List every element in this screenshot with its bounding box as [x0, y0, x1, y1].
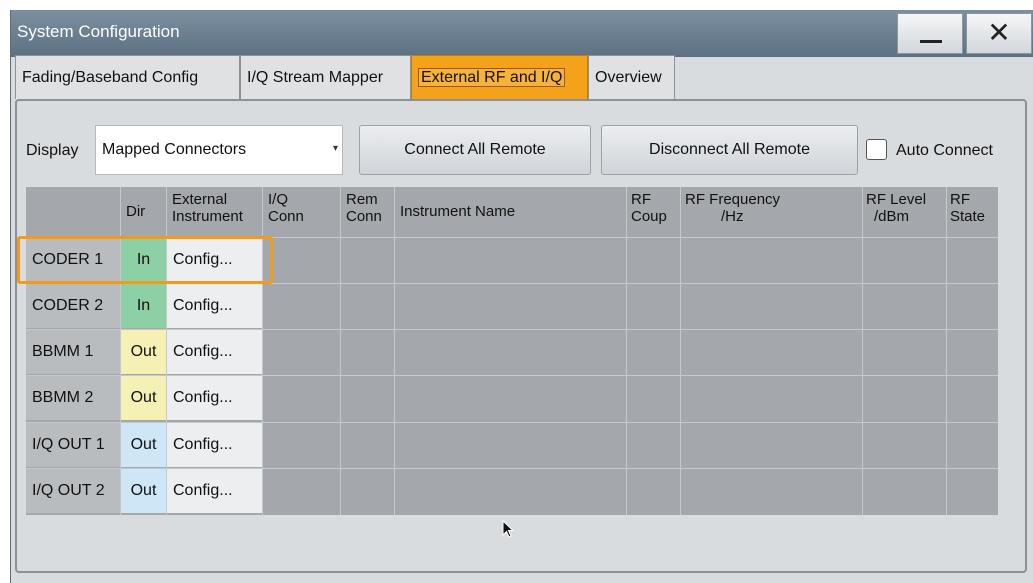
row-name[interactable]: BBMM 1 — [26, 330, 120, 374]
tab-label: I/Q Stream Mapper — [247, 69, 384, 86]
tab-label: Overview — [595, 69, 662, 86]
header-text: Instrument — [172, 208, 243, 225]
window-title: System Configuration — [17, 22, 180, 41]
header-iq-conn: I/Q Conn — [268, 187, 338, 251]
header-text: Rem — [346, 191, 378, 208]
header-text: Conn — [268, 208, 304, 225]
tab-label: External RF and I/Q — [418, 68, 566, 87]
dropdown-arrow-icon: ▾ — [332, 143, 338, 154]
tab-overview[interactable]: Overview — [588, 55, 675, 99]
auto-connect-checkbox[interactable] — [866, 139, 887, 160]
header-text: /Hz — [721, 208, 744, 225]
header-rf-coup: RF Coup — [631, 187, 681, 251]
highlight-frame — [17, 236, 273, 284]
row-name[interactable]: BBMM 2 — [26, 376, 120, 420]
connect-all-remote-button[interactable]: Connect All Remote — [359, 125, 591, 175]
header-rf-level: RF Level/dBm — [866, 187, 946, 251]
row-name[interactable]: CODER 2 — [26, 284, 120, 328]
tab-fading-baseband-config[interactable]: Fading/Baseband Config — [15, 55, 240, 99]
mouse-cursor-icon — [502, 520, 515, 538]
header-text: RF Frequency — [685, 191, 781, 208]
header-rem-conn: Rem Conn — [346, 187, 394, 251]
config-button[interactable]: Config... — [167, 376, 262, 420]
tab-external-rf-and-iq[interactable]: External RF and I/Q — [411, 55, 588, 99]
header-text: Coup — [631, 208, 667, 225]
minimize-icon — [920, 40, 942, 43]
header-text: I/Q — [268, 191, 289, 208]
row-name[interactable]: I/Q OUT 1 — [26, 423, 120, 467]
row-dir: Out — [121, 330, 166, 374]
tab-label: Fading/Baseband Config — [22, 69, 199, 86]
row-name[interactable]: I/Q OUT 2 — [26, 469, 120, 513]
row-dir: Out — [121, 469, 166, 513]
minimize-button[interactable] — [897, 13, 963, 54]
title-bar[interactable]: System Configuration ✕ — [11, 10, 1033, 57]
row-dir: Out — [121, 423, 166, 467]
header-rf-state: RF State — [950, 187, 998, 251]
disconnect-all-remote-button[interactable]: Disconnect All Remote — [601, 125, 858, 175]
config-button[interactable]: Config... — [167, 469, 262, 513]
header-text: State — [950, 208, 986, 225]
close-icon: ✕ — [987, 17, 1011, 48]
header-rf-frequency: RF Frequency/Hz — [685, 187, 855, 251]
header-text: RF — [950, 191, 970, 208]
header-text: Conn — [346, 208, 382, 225]
row-dir: In — [121, 284, 166, 328]
header-text: External — [172, 191, 228, 208]
auto-connect-label: Auto Connect — [896, 142, 993, 159]
header-instrument-name: Instrument Name — [400, 187, 620, 251]
tab-iq-stream-mapper[interactable]: I/Q Stream Mapper — [240, 55, 411, 99]
header-text: RF — [631, 191, 651, 208]
display-select[interactable]: Mapped Connectors ▾ — [95, 125, 343, 175]
row-dir: Out — [121, 376, 166, 420]
close-button[interactable]: ✕ — [966, 13, 1032, 54]
config-button[interactable]: Config... — [167, 284, 262, 328]
header-text: RF Level — [866, 191, 927, 208]
config-button[interactable]: Config... — [167, 330, 262, 374]
display-label: Display — [26, 142, 79, 159]
config-button[interactable]: Config... — [167, 423, 262, 467]
header-text: /dBm — [874, 208, 910, 225]
display-select-value: Mapped Connectors — [102, 141, 247, 158]
